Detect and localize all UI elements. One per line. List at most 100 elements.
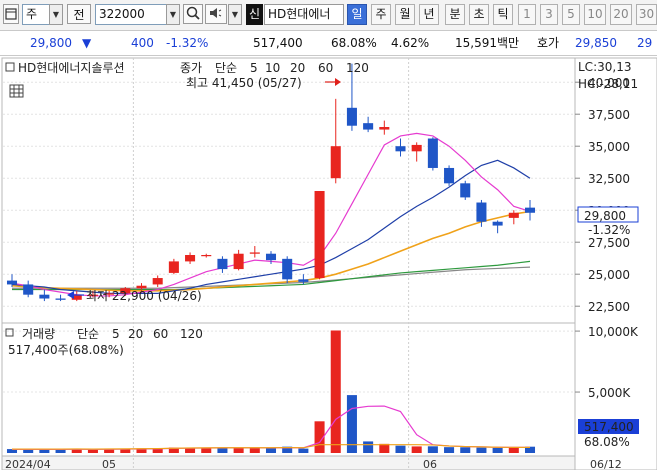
interval-5[interactable]: 5 <box>562 4 580 25</box>
chevron-down-icon[interactable]: ▼ <box>49 4 63 25</box>
speaker-icon[interactable] <box>205 4 227 24</box>
candle-body <box>6 280 18 285</box>
volume-bar <box>363 441 374 453</box>
period-tab-year[interactable]: 년 <box>419 4 439 25</box>
volume-bar <box>185 448 196 453</box>
speaker-dropdown-icon[interactable]: ▼ <box>228 4 242 25</box>
ask-price: 29,850 <box>575 36 617 50</box>
volume-tag: 517,400 <box>584 420 634 434</box>
candle-body <box>476 202 487 222</box>
candle-body <box>346 107 357 126</box>
price-tick-label: 25,000 <box>588 268 630 282</box>
legend-close: 종가 <box>180 61 202 75</box>
trade-amount: 15,591백만 <box>455 36 520 50</box>
candle-body <box>185 255 196 262</box>
candle-body <box>395 146 406 152</box>
stock-chart[interactable]: 40,00037,50035,00032,50030,00027,50025,0… <box>0 57 657 470</box>
legend-ma60: 60 <box>318 61 333 75</box>
volume-bar <box>249 447 260 453</box>
candle-body <box>379 127 390 130</box>
hc-label: HC:-28,11 <box>578 77 638 91</box>
legend-ma120: 120 <box>346 61 369 75</box>
candle-body <box>136 285 147 289</box>
ask-extra: 29 <box>637 36 653 50</box>
stock-code-dropdown-icon[interactable]: ▼ <box>166 4 180 25</box>
candle-body <box>363 123 374 130</box>
price-tick-label: 22,500 <box>588 300 630 314</box>
candle-body <box>508 212 519 218</box>
volume-legend-ma20: 20 <box>128 327 143 341</box>
volume-label: 거래량 <box>22 327 55 341</box>
volume-bar <box>476 447 487 453</box>
candle-body <box>168 261 179 273</box>
volume-today: 517,400주(68.08%) <box>8 343 124 357</box>
volume-legend-ma60: 60 <box>153 327 168 341</box>
new-badge: 신 <box>246 4 263 25</box>
candle-body <box>460 183 471 198</box>
legend-ma-label: 단순 <box>215 61 237 75</box>
candle-body <box>152 278 163 285</box>
volume-bar <box>444 447 455 453</box>
candle-body <box>265 253 277 261</box>
window-icon[interactable] <box>3 4 19 24</box>
volume-bar <box>508 447 519 453</box>
date-tick-2: 06 <box>423 458 437 470</box>
volume-bar <box>298 448 309 453</box>
period-tab-day[interactable]: 일 <box>347 4 367 25</box>
volume-bar <box>265 448 277 453</box>
candle-body <box>492 221 503 226</box>
volume-bar <box>39 449 50 453</box>
period-tab-month[interactable]: 월 <box>395 4 415 25</box>
date-tick-0: 2024/04 <box>5 458 51 470</box>
volume-ratio-tag: 68.08% <box>584 435 630 449</box>
chart-title: HD현대에너지솔루션 <box>18 61 125 75</box>
search-icon[interactable] <box>183 4 203 24</box>
price-info-bar: 29,800 ▼ 400 -1.32% 517,400 68.08% 4.62%… <box>0 31 657 56</box>
stock-code-input[interactable]: 322000 <box>95 4 167 25</box>
candle-body <box>23 284 34 295</box>
legend-ma5: 5 <box>250 61 258 75</box>
low-annotation: 최저 22,900 (04/26) <box>86 289 202 303</box>
grid-toggle-icon[interactable] <box>9 84 24 98</box>
prev-button[interactable]: 전 <box>67 4 91 24</box>
volume-bar <box>217 447 228 453</box>
interval-3[interactable]: 3 <box>540 4 558 25</box>
candle-body <box>249 252 260 254</box>
volume-bar <box>492 447 503 453</box>
price-tick-label: 27,500 <box>588 236 630 250</box>
current-price: 29,800 <box>30 36 72 50</box>
down-arrow-icon: ▼ <box>82 36 92 50</box>
period-tab-week[interactable]: 주 <box>371 4 391 25</box>
volume-bar <box>55 449 66 453</box>
interval-30[interactable]: 30 <box>636 4 657 25</box>
toolbar: 주 ▼ 전 322000 ▼ ▼ 신 HD현대에너 일 주 월 년 분 초 틱 … <box>0 0 657 31</box>
current-price-tag: 29,800 <box>584 209 626 223</box>
interval-1[interactable]: 1 <box>518 4 536 25</box>
price-tick-label: 35,000 <box>588 140 630 154</box>
candle-body <box>217 258 228 270</box>
volume-ma-label: 단순 <box>77 327 99 341</box>
interval-20[interactable]: 20 <box>610 4 632 25</box>
turnover-rate: 4.62% <box>391 36 430 50</box>
volume-bar <box>201 447 212 453</box>
candle-body <box>524 207 536 213</box>
legend-ma10: 10 <box>265 61 280 75</box>
price-change: 400 <box>131 36 154 50</box>
volume-ratio: 68.08% <box>331 36 377 50</box>
market-select[interactable]: 주 <box>22 4 50 25</box>
period-tab-tick[interactable]: 틱 <box>493 4 513 25</box>
price-change-pct: -1.32% <box>166 36 209 50</box>
date-right: 06/12 <box>590 458 622 470</box>
ask-label: 호가 <box>537 36 560 50</box>
stock-name-field[interactable]: HD현대에너 <box>264 4 344 25</box>
period-tab-second[interactable]: 초 <box>469 4 489 25</box>
current-change-tag: -1.32% <box>588 223 630 237</box>
date-axis <box>1 455 576 470</box>
candle-body <box>201 255 212 257</box>
high-annotation: 최고 41,450 (05/27) <box>186 76 302 90</box>
candle-body <box>411 144 422 152</box>
legend-ma20: 20 <box>290 61 305 75</box>
period-tab-minute[interactable]: 분 <box>445 4 465 25</box>
volume-bar <box>427 446 438 453</box>
interval-10[interactable]: 10 <box>584 4 606 25</box>
